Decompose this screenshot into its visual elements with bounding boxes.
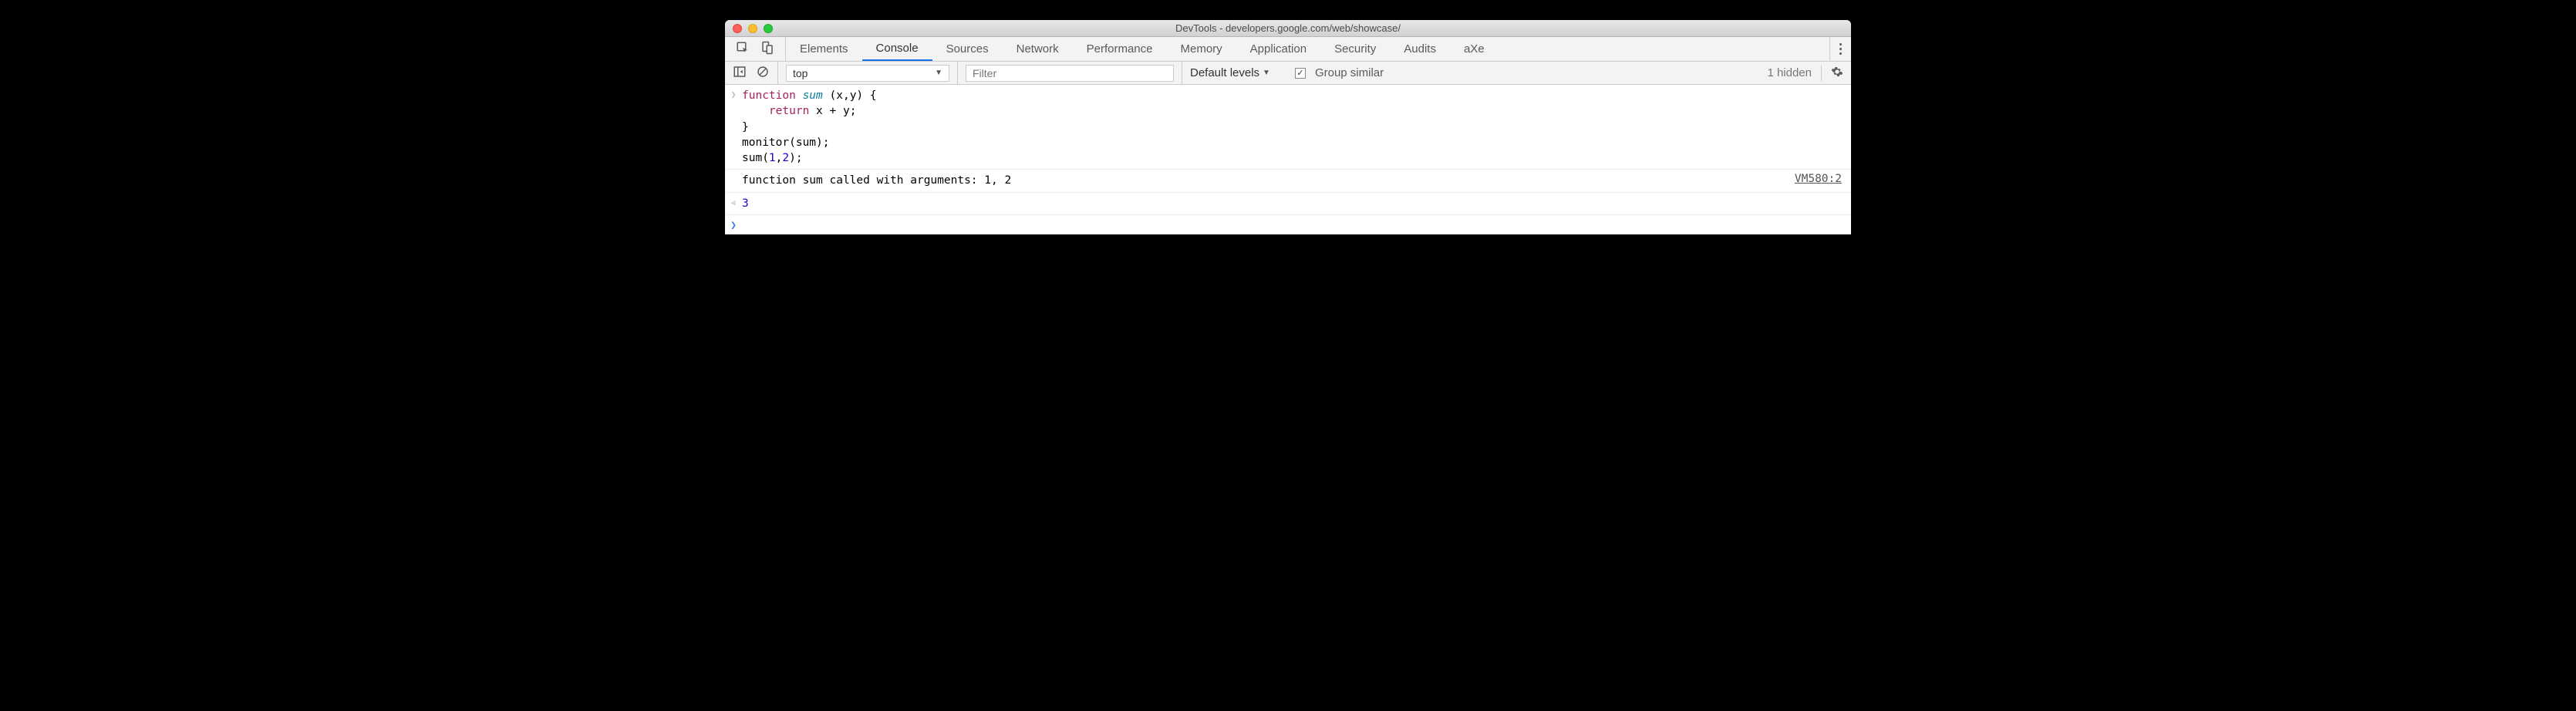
- prompt-input[interactable]: [742, 218, 1851, 231]
- hidden-count[interactable]: 1 hidden: [1767, 66, 1812, 79]
- inspect-tools: [725, 37, 786, 61]
- tab-network[interactable]: Network: [1003, 37, 1073, 61]
- tab-application[interactable]: Application: [1236, 37, 1320, 61]
- input-code[interactable]: function sum (x,y) { return x + y; } mon…: [742, 88, 1851, 166]
- prompt-chevron-icon: ❯: [730, 220, 737, 231]
- return-value: 3: [742, 197, 749, 210]
- titlebar: DevTools - developers.google.com/web/sho…: [725, 20, 1851, 37]
- console-prompt-row[interactable]: ❯: [725, 215, 1851, 234]
- console-input-row: ❯ function sum (x,y) { return x + y; } m…: [725, 85, 1851, 170]
- tab-elements[interactable]: Elements: [786, 37, 862, 61]
- input-chevron-icon: ❯: [731, 89, 737, 166]
- log-message: function sum called with arguments: 1, 2: [742, 173, 1795, 188]
- tab-list: Elements Console Sources Network Perform…: [786, 37, 1499, 61]
- console-return-row: ⪡ 3: [725, 193, 1851, 215]
- tab-memory[interactable]: Memory: [1167, 37, 1236, 61]
- dropdown-triangle-icon: ▼: [935, 69, 942, 77]
- devtools-window: DevTools - developers.google.com/web/sho…: [725, 20, 1851, 234]
- filter-group: [958, 62, 1182, 84]
- log-source-link[interactable]: VM580:2: [1795, 173, 1851, 188]
- dropdown-triangle-icon: ▼: [1263, 69, 1270, 77]
- inspect-element-icon[interactable]: [736, 41, 750, 58]
- device-toolbar-icon[interactable]: [760, 41, 774, 58]
- execution-context-selector[interactable]: top ▼: [786, 65, 949, 82]
- output-chevron-icon: ⪡: [731, 197, 736, 211]
- settings-icon[interactable]: [1831, 66, 1843, 81]
- filter-input[interactable]: [966, 65, 1174, 82]
- toolbar-right: 1 hidden: [1759, 66, 1851, 81]
- context-value: top: [793, 67, 808, 79]
- group-similar-label: Group similar: [1315, 66, 1384, 79]
- window-title: DevTools - developers.google.com/web/sho…: [725, 22, 1851, 34]
- tab-console[interactable]: Console: [862, 37, 932, 61]
- more-options[interactable]: [1829, 37, 1851, 61]
- console-toolbar: top ▼ Default levels ▼ ✓ Group similar 1…: [725, 62, 1851, 85]
- tab-performance[interactable]: Performance: [1073, 37, 1167, 61]
- options-group: Default levels ▼ ✓ Group similar: [1182, 62, 1391, 84]
- tab-security[interactable]: Security: [1320, 37, 1390, 61]
- panel-tabs: Elements Console Sources Network Perform…: [725, 37, 1851, 62]
- console-body: ❯ function sum (x,y) { return x + y; } m…: [725, 85, 1851, 234]
- tab-audits[interactable]: Audits: [1390, 37, 1450, 61]
- clear-console-icon[interactable]: [756, 65, 770, 82]
- sidebar-toggle-icon[interactable]: [733, 65, 747, 82]
- console-log-row: function sum called with arguments: 1, 2…: [725, 170, 1851, 192]
- context-group: top ▼: [778, 62, 958, 84]
- tab-axe[interactable]: aXe: [1450, 37, 1499, 61]
- levels-label: Default levels: [1190, 66, 1259, 79]
- left-controls: [725, 62, 778, 84]
- group-similar-checkbox[interactable]: ✓: [1295, 68, 1306, 79]
- tab-sources[interactable]: Sources: [932, 37, 1003, 61]
- kebab-icon: [1839, 43, 1842, 55]
- log-level-selector[interactable]: Default levels ▼: [1190, 66, 1270, 79]
